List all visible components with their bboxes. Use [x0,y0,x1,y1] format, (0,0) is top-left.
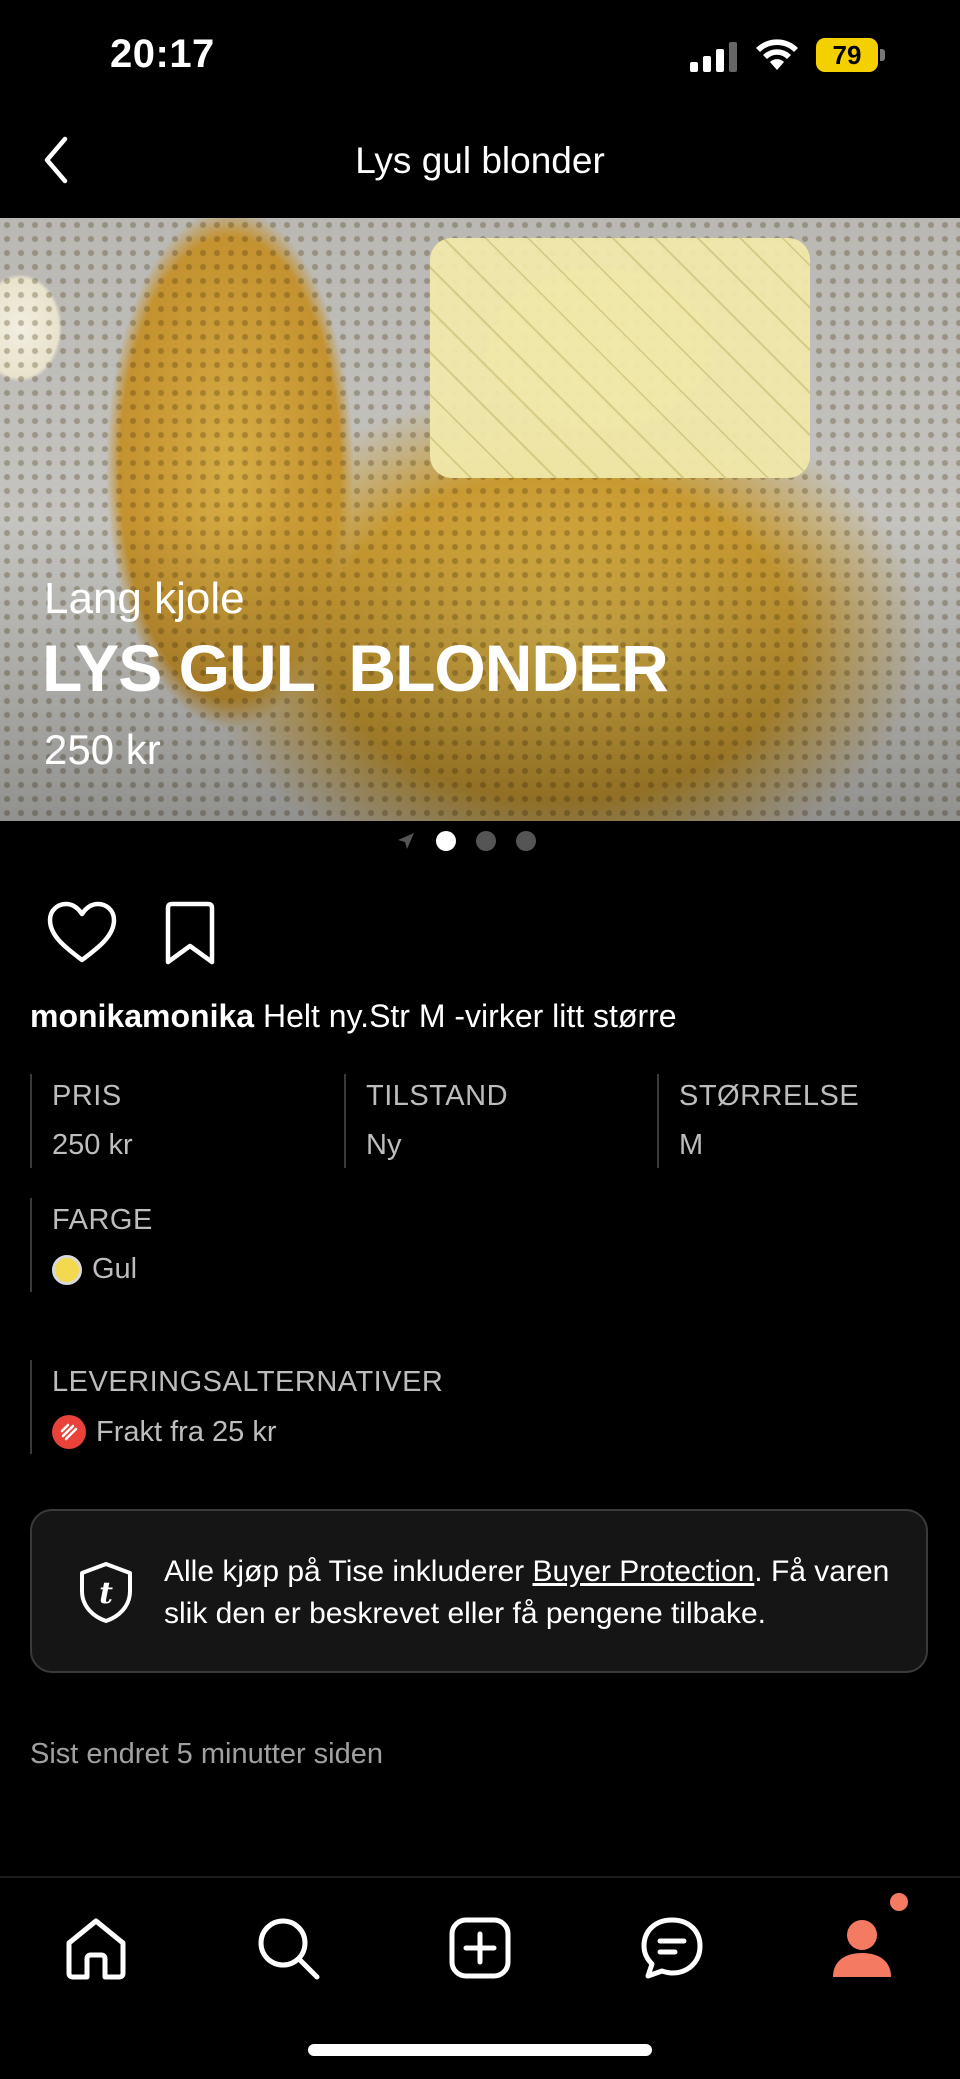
buyer-protection-text: Alle kjøp på Tise inkluderer Buyer Prote… [164,1555,890,1630]
attribute-label: FARGE [52,1204,153,1236]
heart-icon[interactable] [46,900,118,966]
signal-icon [690,42,737,72]
tab-home[interactable] [60,1912,132,1984]
handbag-graphic [430,238,810,478]
bookmark-icon[interactable] [160,900,220,968]
home-indicator[interactable] [308,2044,652,2056]
page-title: Lys gul blonder [355,140,605,181]
attribute-value: Gul [52,1253,153,1286]
attribute-size: STØRRELSE M [657,1074,859,1168]
tab-add[interactable] [444,1912,516,1984]
product-price: 250 kr [44,726,161,773]
profile-icon [833,1920,891,1977]
attribute-label: TILSTAND [366,1080,509,1112]
product-description: monikamonika Helt ny.Str M -virker litt … [30,998,677,1035]
attribute-label: PRIS [52,1080,122,1112]
shipping-icon [52,1415,86,1449]
product-category: Lang kjole [44,574,245,623]
tab-profile[interactable] [826,1912,898,1984]
battery-level: 79 [816,38,878,72]
wifi-icon [756,39,798,70]
status-bar: 20:17 79 [0,0,960,110]
delivery-text: Frakt fra 25 kr [96,1415,277,1448]
attribute-color: FARGE Gul [30,1198,153,1292]
status-time: 20:17 [110,32,215,76]
color-name: Gul [92,1253,138,1285]
svg-text:t: t [99,1576,113,1611]
add-icon [449,1917,511,1979]
battery-icon: 79 [816,38,886,72]
attribute-value: Ny [366,1129,402,1161]
pagination-dot[interactable] [436,831,456,851]
attribute-label: STØRRELSE [679,1080,860,1112]
chat-icon [641,1917,703,1979]
attribute-label: LEVERINGSALTERNATIVER [52,1366,444,1398]
last-edited: Sist endret 5 minutter siden [30,1738,384,1770]
search-icon [258,1918,320,1980]
tab-messages[interactable] [636,1912,708,1984]
attribute-value: Frakt fra 25 kr [52,1415,443,1449]
home-icon [66,1918,126,1980]
color-swatch [52,1254,82,1285]
pagination-dot[interactable] [516,831,536,851]
attribute-value: M [679,1129,704,1161]
tab-search[interactable] [252,1912,324,1984]
image-pagination[interactable] [396,828,536,854]
pagination-dot[interactable] [476,831,496,851]
buyer-protection-link[interactable]: Buyer Protection [533,1555,755,1588]
attribute-value: 250 kr [52,1129,133,1161]
seller-username[interactable]: monikamonika [30,998,254,1034]
nav-header: Lys gul blonder [0,110,960,218]
buyer-protection-card: t Alle kjøp på Tise inkluderer Buyer Pro… [30,1509,928,1673]
tise-shield-icon: t [80,1562,132,1623]
notification-dot [890,1893,908,1911]
product-title: LYS GUL BLONDER [42,631,669,705]
location-arrow-icon [398,833,414,849]
attribute-condition: TILSTAND Ny [344,1074,508,1168]
product-image[interactable]: Lang kjole LYS GUL BLONDER 250 kr [0,218,960,821]
attribute-price: PRIS 250 kr [30,1074,133,1168]
description-text: Helt ny.Str M -virker litt større [254,998,677,1034]
attribute-delivery: LEVERINGSALTERNATIVER Frakt fra 25 kr [30,1360,443,1454]
